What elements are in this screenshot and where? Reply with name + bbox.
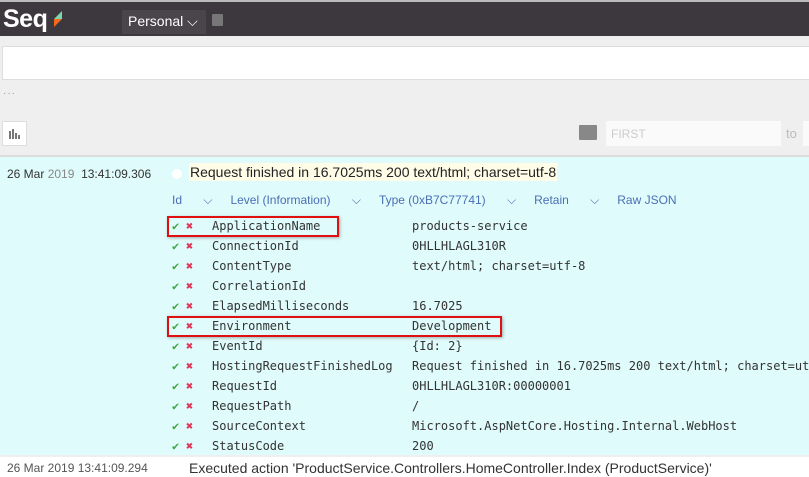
chart-toggle-button[interactable] [2,121,27,146]
property-key: RequestPath [212,399,292,413]
include-check-icon[interactable]: ✔ [172,339,179,353]
highlight-box [167,216,339,237]
event-row-expanded[interactable]: 26 Mar 2019 13:41:09.306 Request finishe… [0,155,809,455]
event-message: Executed action 'ProductService.Controll… [189,460,712,476]
property-value: 0HLLHLAGL310R:00000001 [412,379,571,393]
property-key: StatusCode [212,439,285,453]
event-timestamp: 26 Mar 2019 13:41:09.306 [7,167,152,181]
property-row: ✔ ✖ ContentType text/html; charset=utf-8 [172,259,809,279]
include-check-icon[interactable]: ✔ [172,399,179,413]
calendar-icon[interactable] [579,125,597,140]
date-from-input[interactable]: FIRST [606,121,781,146]
property-key: ConnectionId [212,239,299,253]
exclude-x-icon[interactable]: ✖ [186,239,193,253]
event-message: Request finished in 16.7025ms 200 text/h… [189,163,558,181]
level-indicator-icon [172,169,182,179]
type-menu[interactable]: Type (0xB7C77741) ⌵ [379,193,516,208]
property-key: HostingRequestFinishedLog [212,359,393,373]
include-check-icon[interactable]: ✔ [172,259,179,273]
exclude-x-icon[interactable]: ✖ [186,439,193,453]
top-bar: Seq Personal ⌵ [0,0,809,36]
highlight-box [167,316,502,337]
exclude-x-icon[interactable]: ✖ [186,379,193,393]
chevron-down-icon: ⌵ [187,13,198,29]
property-row: ✔ ✖ CorrelationId [172,279,809,299]
raw-json-link[interactable]: Raw JSON [617,193,676,208]
workspace-label: Personal [128,13,184,29]
include-check-icon[interactable]: ✔ [172,239,179,253]
property-row: ✔ ✖ RequestId 0HLLHLAGL310R:00000001 [172,379,809,399]
property-row: ✔ ✖ ConnectionId 0HLLHLAGL310R [172,239,809,259]
property-value: 16.7025 [412,299,463,313]
exclude-x-icon[interactable]: ✖ [186,399,193,413]
level-menu[interactable]: Level (Information) ⌵ [230,193,360,208]
exclude-x-icon[interactable]: ✖ [186,339,193,353]
seq-logo-mark-icon [54,11,62,27]
search-input[interactable] [2,46,809,80]
include-check-icon[interactable]: ✔ [172,359,179,373]
include-check-icon[interactable]: ✔ [172,299,179,313]
property-key: ContentType [212,259,292,273]
event-timestamp: 26 Mar 2019 13:41:09.294 [7,461,148,475]
exclude-x-icon[interactable]: ✖ [186,259,193,273]
property-value: Request finished in 16.7025ms 200 text/h… [412,359,809,373]
seq-logo[interactable]: Seq [3,5,48,34]
property-row: ✔ ✖ StatusCode 200 [172,439,809,459]
property-key: SourceContext [212,419,306,433]
more-icon[interactable]: ··· [3,88,16,99]
property-key: CorrelationId [212,279,306,293]
include-check-icon[interactable]: ✔ [172,439,179,453]
exclude-x-icon[interactable]: ✖ [186,299,193,313]
save-icon[interactable] [212,14,223,26]
retain-menu[interactable]: Retain ⌵ [534,193,599,208]
id-menu[interactable]: Id ⌵ [172,193,212,208]
property-row: ✔ ✖ SourceContext Microsoft.AspNetCore.Host… [172,419,809,439]
exclude-x-icon[interactable]: ✖ [186,279,193,293]
property-row: ✔ ✖ HostingRequestFinishedLog Request finis… [172,359,809,379]
include-check-icon[interactable]: ✔ [172,379,179,393]
exclude-x-icon[interactable]: ✖ [186,419,193,433]
property-value: / [412,399,420,413]
include-check-icon[interactable]: ✔ [172,279,179,293]
property-value: 200 [412,439,434,453]
property-key: ElapsedMilliseconds [212,299,350,313]
property-row: ✔ ✖ EventId {Id: 2} [172,339,809,359]
property-key: EventId [212,339,263,353]
date-to-input[interactable] [803,121,809,146]
property-value: {Id: 2} [412,339,463,353]
workspace-dropdown[interactable]: Personal ⌵ [122,10,206,34]
property-value: 0HLLHLAGL310R [412,239,506,253]
property-value: products-service [412,219,528,233]
exclude-x-icon[interactable]: ✖ [186,359,193,373]
property-value: text/html; charset=utf-8 [412,259,586,273]
event-row[interactable]: 26 Mar 2019 13:41:09.294 Executed action… [0,457,809,477]
property-value: Microsoft.AspNetCore.Hosting.Internal.We… [412,419,738,433]
include-check-icon[interactable]: ✔ [172,419,179,433]
property-row: ✔ ✖ RequestPath / [172,399,809,419]
property-key: RequestId [212,379,278,393]
to-label: to [786,126,797,141]
event-actions: Id ⌵ Level (Information) ⌵ Type (0xB7C77… [172,193,695,208]
